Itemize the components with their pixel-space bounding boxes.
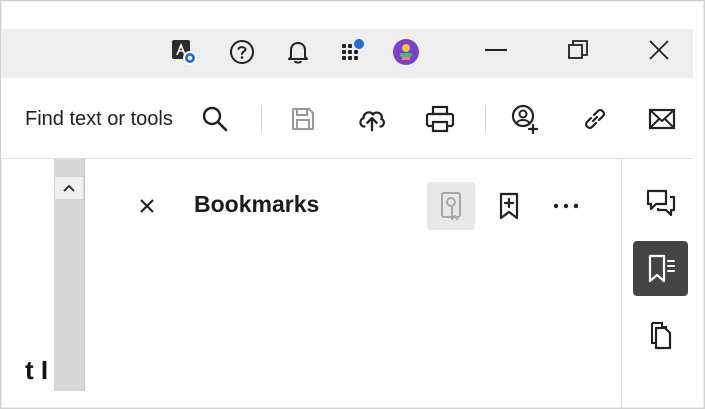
toolbar-separator (261, 105, 262, 133)
save-icon[interactable] (287, 103, 319, 135)
bookmarks-icon (648, 254, 675, 282)
bell-icon[interactable] (283, 37, 313, 67)
minimize-icon[interactable] (476, 35, 516, 65)
more-options-button[interactable] (542, 182, 590, 230)
apps-grid-icon[interactable] (338, 37, 368, 67)
add-people-icon[interactable] (509, 103, 541, 135)
document-text-fragment: t I (25, 355, 49, 385)
more-icon (553, 203, 579, 209)
mail-icon[interactable] (646, 103, 678, 135)
close-icon[interactable] (639, 35, 679, 65)
bookmark-select-icon (441, 192, 461, 221)
restore-icon[interactable] (558, 35, 598, 65)
add-bookmark-icon[interactable] (485, 182, 533, 230)
toolbar-separator (485, 105, 486, 133)
cloud-upload-icon[interactable] (356, 103, 388, 135)
acrobat-notification-icon[interactable] (169, 37, 199, 67)
user-avatar-icon[interactable] (391, 37, 421, 67)
search-icon[interactable] (199, 103, 231, 135)
rail-divider (621, 159, 622, 408)
print-icon[interactable] (424, 103, 456, 135)
pages-icon[interactable] (633, 307, 688, 362)
help-icon[interactable] (227, 37, 257, 67)
bookmarks-rail-button[interactable] (633, 241, 688, 296)
panel-title: Bookmarks (194, 191, 320, 217)
search-label[interactable]: Find text or tools (25, 108, 173, 131)
bookmark-from-selection-button[interactable] (427, 182, 475, 230)
comment-icon[interactable] (633, 175, 688, 230)
scroll-up-icon[interactable] (55, 177, 83, 199)
app-window: Find text or tools t I Bookmarks (0, 0, 705, 409)
link-icon[interactable] (579, 103, 611, 135)
close-panel-icon[interactable] (134, 193, 160, 219)
